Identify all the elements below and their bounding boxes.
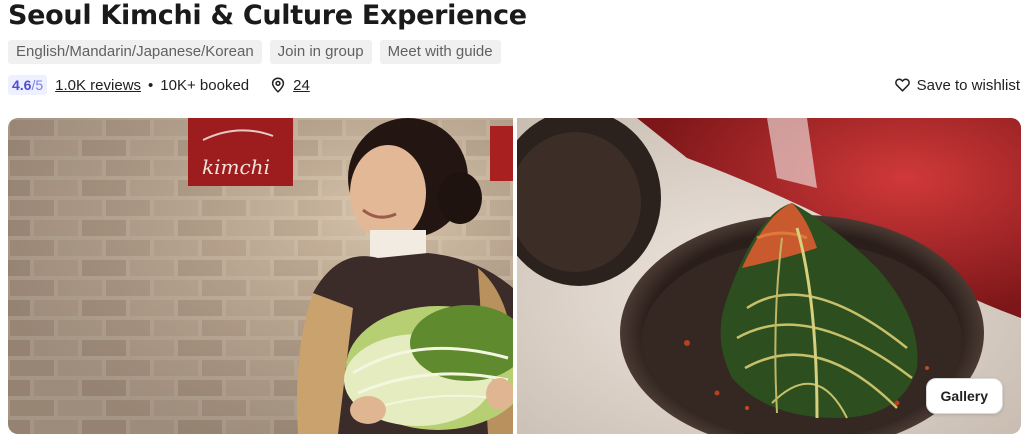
location-link[interactable]: 24 [271, 77, 310, 94]
wishlist-label: Save to wishlist [916, 76, 1020, 94]
tag-meet-guide: Meet with guide [379, 40, 501, 64]
gallery-button[interactable]: Gallery [925, 378, 1003, 414]
tag-join-group: Join in group [269, 40, 372, 64]
map-pin-icon [271, 77, 285, 93]
activity-meta: 4.6/5 1.0K reviews • 10K+ booked 24 [8, 74, 310, 96]
rating-badge: 4.6/5 [8, 75, 48, 95]
page-title: Seoul Kimchi & Culture Experience [8, 0, 527, 31]
photo-gallery: kimchi Gallery [8, 118, 1021, 434]
reviews-link[interactable]: 1.0K reviews [55, 77, 141, 94]
rating-score: 4.6 [12, 77, 32, 93]
booked-count: 10K+ booked [160, 76, 250, 94]
kimchi-sign-text: kimchi [202, 155, 270, 179]
photo-kimchi-bowl[interactable]: Gallery [517, 118, 1021, 434]
heart-icon [894, 78, 910, 92]
photo-guide-with-cabbage[interactable]: kimchi [8, 118, 513, 434]
tag-list: English/Mandarin/Japanese/Korean Join in… [8, 40, 501, 64]
meta-separator: • [148, 76, 154, 94]
tag-languages: English/Mandarin/Japanese/Korean [8, 40, 262, 64]
rating-max: /5 [31, 77, 44, 93]
save-to-wishlist-button[interactable]: Save to wishlist [894, 74, 1020, 96]
guide-photo-image: kimchi [8, 118, 513, 434]
location-count: 24 [293, 76, 310, 94]
